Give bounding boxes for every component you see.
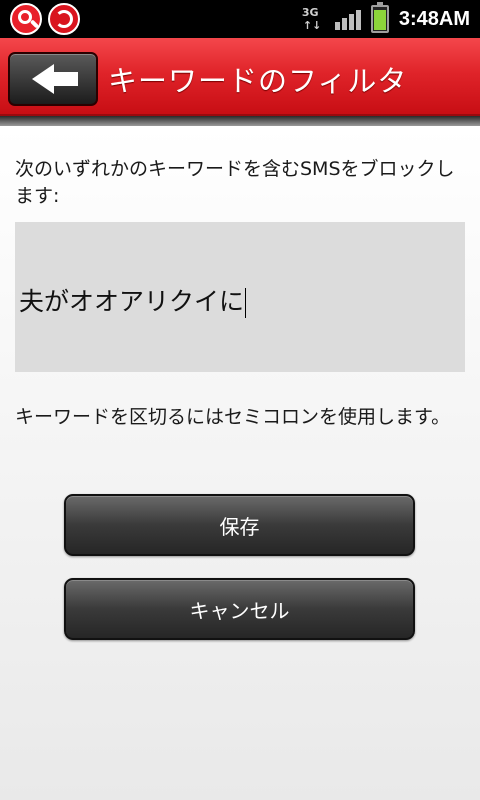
content-area: 次のいずれかのキーワードを含むSMSをブロックします: 夫がオオアリクイに キー… (0, 126, 480, 800)
signal-strength-icon (334, 8, 361, 30)
keyword-input[interactable]: 夫がオオアリクイに (15, 222, 465, 372)
instruction-text: 次のいずれかのキーワードを含むSMSをブロックします: (15, 158, 455, 207)
hint-text: キーワードを区切るにはセミコロンを使用します。 (15, 406, 451, 428)
status-bar: 3G ↑↓ 3:48AM (0, 0, 480, 38)
network-3g-icon: 3G ↑↓ (301, 6, 322, 32)
arrow-left-icon (32, 64, 54, 94)
header-shadow-divider (0, 116, 480, 126)
keyword-value: 夫がオオアリクイに (19, 287, 247, 318)
page-title: キーワードのフィルタ (108, 64, 408, 98)
cancel-button[interactable]: キャンセル (64, 578, 415, 640)
status-clock: 3:48AM (398, 7, 470, 30)
save-button[interactable]: 保存 (64, 494, 415, 556)
security-app-icon (48, 3, 80, 35)
network-label: 3G (301, 6, 319, 19)
text-caret (245, 288, 247, 318)
battery-icon (370, 2, 389, 33)
back-button[interactable] (8, 52, 98, 106)
search-app-icon (10, 3, 42, 35)
title-bar: キーワードのフィルタ (0, 38, 480, 116)
